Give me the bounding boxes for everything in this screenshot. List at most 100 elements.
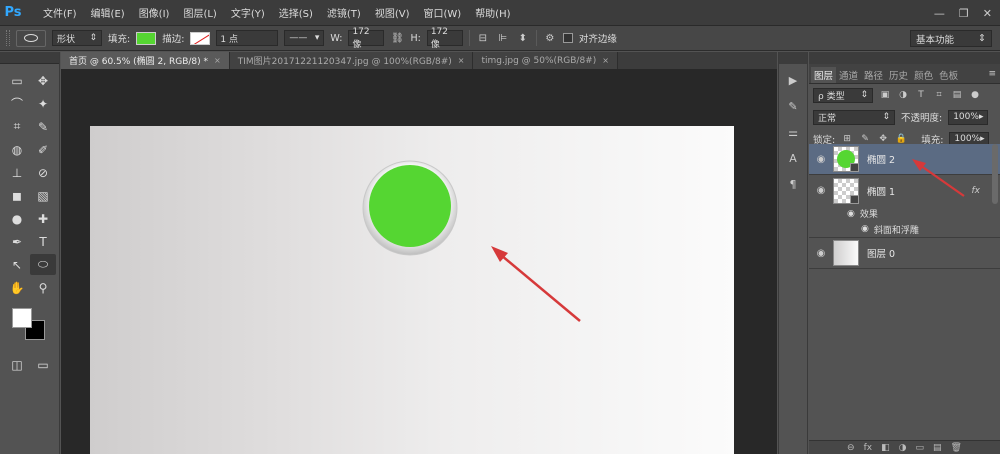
- shape-mode-select[interactable]: 形状 ⇕: [52, 30, 102, 46]
- path-ops-icon[interactable]: ⊟: [476, 31, 490, 45]
- move-tool-icon[interactable]: ✥: [30, 70, 56, 91]
- close-icon[interactable]: ×: [214, 56, 221, 65]
- shape-filter-icon[interactable]: ⌗: [933, 90, 945, 100]
- panel-menu-icon[interactable]: ≡: [988, 69, 996, 79]
- fill-swatch[interactable]: [136, 31, 157, 45]
- stroke-width-input[interactable]: 1 点: [216, 30, 279, 46]
- smart-object-filter-icon[interactable]: ▤: [951, 90, 963, 100]
- new-group-icon[interactable]: ▭: [915, 443, 924, 453]
- play-icon[interactable]: ▶: [781, 70, 805, 90]
- eraser-icon[interactable]: ◼: [4, 185, 30, 206]
- link-icon[interactable]: ⛓: [390, 31, 404, 45]
- lock-all-icon[interactable]: 🔒: [895, 134, 907, 144]
- stroke-swatch[interactable]: [190, 31, 211, 45]
- adjustment-layer-icon[interactable]: ◑: [899, 443, 907, 453]
- close-icon[interactable]: ×: [602, 56, 609, 65]
- magic-wand-icon[interactable]: ✦: [30, 93, 56, 114]
- tab-document-3[interactable]: timg.jpg @ 50%(RGB/8#) ×: [473, 52, 618, 69]
- lock-pixels-icon[interactable]: ✎: [859, 134, 871, 144]
- menu-type[interactable]: 文字(Y): [224, 5, 272, 20]
- menu-select[interactable]: 选择(S): [272, 5, 320, 20]
- tab-history[interactable]: 历史: [886, 67, 911, 83]
- width-input[interactable]: 172 像: [348, 27, 385, 50]
- opacity-input[interactable]: 100% ▸: [948, 109, 989, 125]
- menu-help[interactable]: 帮助(H): [468, 5, 517, 20]
- gradient-tool-icon[interactable]: ▧: [30, 185, 56, 206]
- paragraph-icon[interactable]: ¶: [781, 174, 805, 194]
- blend-mode-value: 正常: [818, 113, 837, 124]
- minimize-icon[interactable]: —: [934, 7, 945, 20]
- ellipse-tool-icon[interactable]: ⬭: [30, 254, 56, 275]
- blend-mode-select[interactable]: 正常 ⇕: [813, 109, 895, 125]
- menu-window[interactable]: 窗口(W): [416, 5, 468, 20]
- stroke-width-value: 1 点: [220, 34, 238, 45]
- quick-mask-icon[interactable]: ◫: [4, 354, 30, 375]
- tab-swatches[interactable]: 色板: [936, 67, 961, 83]
- link-layers-icon[interactable]: ⊖: [847, 443, 855, 453]
- menu-image[interactable]: 图像(I): [132, 5, 177, 20]
- marquee-tool-icon[interactable]: ▭: [4, 70, 30, 91]
- healing-brush-icon[interactable]: ◍: [4, 139, 30, 160]
- menu-layer[interactable]: 图层(L): [176, 5, 223, 20]
- menu-filter[interactable]: 滤镜(T): [320, 5, 368, 20]
- eye-icon[interactable]: ◉: [861, 224, 869, 234]
- add-style-icon[interactable]: fx: [864, 443, 873, 453]
- pixel-filter-icon[interactable]: ▣: [879, 90, 891, 100]
- lock-position-icon[interactable]: ✥: [877, 134, 889, 144]
- ellipse-tool-preset[interactable]: [16, 29, 46, 47]
- menu-edit[interactable]: 编辑(E): [84, 5, 132, 20]
- brush-preset-icon[interactable]: ✎: [781, 96, 805, 116]
- type-filter-icon[interactable]: T: [915, 90, 927, 100]
- blur-tool-icon[interactable]: ●: [4, 208, 30, 229]
- canvas-area[interactable]: [61, 69, 777, 454]
- menu-file[interactable]: 文件(F): [36, 5, 84, 20]
- height-input[interactable]: 172 像: [426, 27, 463, 50]
- clone-stamp-icon[interactable]: ⊥: [4, 162, 30, 183]
- adjustments-icon[interactable]: ⚌: [781, 122, 805, 142]
- filter-toggle-icon[interactable]: ●: [969, 90, 981, 100]
- eyedropper-icon[interactable]: ✎: [30, 116, 56, 137]
- workspace-select[interactable]: 基本功能 ⇕: [910, 30, 992, 47]
- eye-icon[interactable]: ◉: [809, 248, 833, 259]
- crop-tool-icon[interactable]: ⌗: [4, 116, 30, 137]
- close-icon[interactable]: ×: [458, 56, 465, 65]
- add-mask-icon[interactable]: ◧: [881, 443, 890, 453]
- path-selection-icon[interactable]: ↖: [4, 254, 30, 275]
- lock-transparent-icon[interactable]: ⊞: [841, 134, 853, 144]
- close-icon[interactable]: ✕: [983, 7, 992, 20]
- path-arrange-icon[interactable]: ⬍: [516, 31, 530, 45]
- brush-tool-icon[interactable]: ✐: [30, 139, 56, 160]
- gear-icon[interactable]: ⚙: [543, 31, 557, 45]
- trash-icon[interactable]: 🗑: [951, 443, 962, 453]
- restore-icon[interactable]: ❐: [959, 7, 969, 20]
- photoshop-window: Ps 文件(F) 编辑(E) 图像(I) 图层(L) 文字(Y) 选择(S) 滤…: [0, 0, 1000, 454]
- new-layer-icon[interactable]: ▤: [933, 443, 942, 453]
- green-ellipse[interactable]: [369, 165, 451, 247]
- tab-channels[interactable]: 通道: [836, 67, 861, 83]
- tab-document-2[interactable]: TIM图片20171221120347.jpg @ 100%(RGB/8#) ×: [229, 52, 474, 69]
- stroke-type-select[interactable]: —— ▾: [284, 30, 325, 46]
- adjustment-filter-icon[interactable]: ◑: [897, 90, 909, 100]
- layer-0[interactable]: ◉ 图层 0: [809, 238, 1000, 269]
- foreground-color[interactable]: [12, 308, 32, 328]
- tab-color[interactable]: 颜色: [911, 67, 936, 83]
- path-align-icon[interactable]: ⊫: [496, 31, 510, 45]
- tab-layers[interactable]: 图层: [811, 67, 837, 83]
- hand-tool-icon[interactable]: ✋: [4, 277, 30, 298]
- zoom-tool-icon[interactable]: ⚲: [30, 277, 56, 298]
- dodge-tool-icon[interactable]: ✚: [30, 208, 56, 229]
- line-icon: ——: [289, 33, 308, 43]
- tab-paths[interactable]: 路径: [861, 67, 886, 83]
- menu-view[interactable]: 视图(V): [368, 5, 417, 20]
- character-icon[interactable]: A: [781, 148, 805, 168]
- layers-scrollbar[interactable]: [992, 144, 998, 204]
- pen-tool-icon[interactable]: ✒: [4, 231, 30, 252]
- tab-document-1[interactable]: 首页 @ 60.5% (椭圆 2, RGB/8) * ×: [61, 52, 230, 69]
- type-tool-icon[interactable]: T: [30, 231, 56, 252]
- history-brush-icon[interactable]: ⊘: [30, 162, 56, 183]
- align-edges-checkbox[interactable]: [562, 33, 573, 43]
- screen-mode-icon[interactable]: ▭: [30, 354, 56, 375]
- lasso-tool-icon[interactable]: ⌒: [4, 93, 30, 114]
- document-canvas[interactable]: [90, 126, 734, 454]
- filter-kind-select[interactable]: ρ 类型 ⇕: [813, 87, 873, 103]
